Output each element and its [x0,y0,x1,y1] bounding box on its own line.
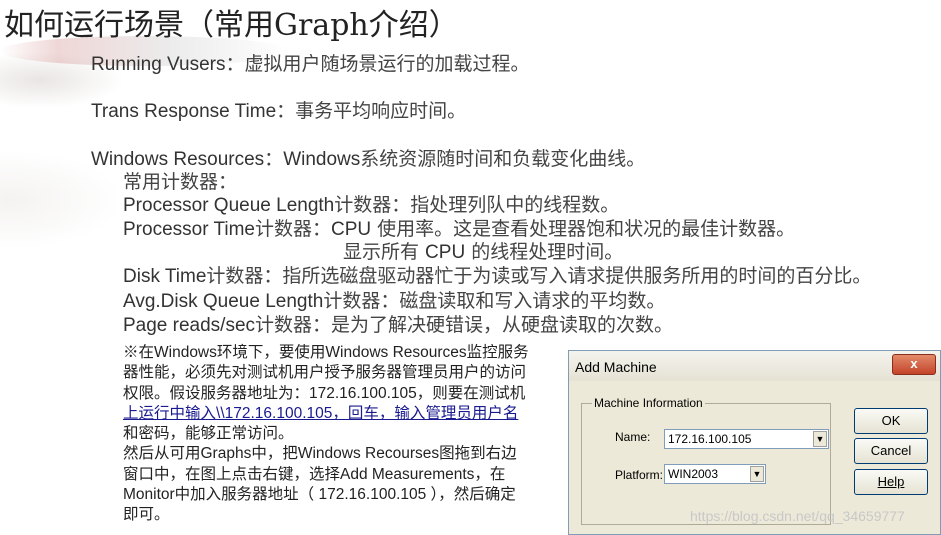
processor-time-term: Processor Time [123,219,255,240]
trans-response-line: Trans Response Time：事务平均响应时间。 [91,96,466,123]
running-vusers-desc: ：虚拟用户随场景运行的加载过程。 [225,53,530,75]
avg-disk-queue-line: Avg.Disk Queue Length计数器：磁盘读取和写入请求的平均数。 [123,286,665,313]
processor-queue-term: Processor Queue Length [123,195,335,216]
running-vusers-term: Running Vusers [91,54,226,75]
windows-resources-desc: 系统资源随时间和负载变化曲线。 [360,148,646,170]
note-line: 器性能，必须先对测试机用户授予服务器管理员用户的访问 [123,364,527,382]
name-combobox[interactable]: 172.16.100.105 ▼ [664,429,829,449]
platform-label: Platform: [615,468,664,482]
processor-time-desc1: 计数器： [254,218,331,240]
platform-value: WIN2003 [668,467,719,481]
avg-disk-queue-term: Avg.Disk Queue Length [123,291,324,312]
avg-disk-queue-desc: 计数器：磁盘读取和写入请求的平均数。 [323,290,666,312]
processor-time-cont-cpu: CPU [425,242,466,263]
windows-resources-sep: ： [264,148,284,170]
note-line: Monitor中加入服务器地址（ 172.16.100.105 ），然后确定 [123,486,516,504]
platform-select[interactable]: WIN2003 ▼ [664,464,766,484]
processor-time-cont-line: 显示所有 CPU 的线程处理时间。 [343,237,623,264]
note-line: ※在Windows环境下，要使用Windows Resources监控服务 [123,344,529,361]
processor-time-cont-desc: 的线程处理时间。 [465,241,624,263]
processor-queue-line: Processor Queue Length计数器：指处理列队中的线程数。 [123,190,619,217]
page-title: 如何运行场景（常用Graph介绍） [4,8,459,43]
page-reads-term: Page reads/sec [123,315,256,336]
running-vusers-line: Running Vusers：虚拟用户随场景运行的加载过程。 [91,49,530,76]
note-line: 上运行中输入\\172.16.100.105，回车，输入管理员用户名 [123,404,563,424]
dialog-title: Add Machine [575,359,657,375]
trans-response-desc: ：事务平均响应时间。 [276,100,467,122]
windows-resources-term2: Windows [283,149,361,170]
note-unc-path: \\172.16.100.105，回车，输入管理员用户名 [216,404,519,422]
cancel-button[interactable]: Cancel [854,438,928,464]
trans-response-term: Trans Response Time [91,101,277,122]
processor-queue-desc: 计数器：指处理列队中的线程数。 [334,194,620,216]
disk-time-desc: 计数器：指所选磁盘驱动器忙于为读或写入请求提供服务所用的时间的百分比。 [206,265,872,287]
chevron-down-icon[interactable]: ▼ [813,431,827,447]
note-line: 和密码，能够正常访问。 [123,425,294,443]
chevron-down-icon[interactable]: ▼ [750,466,764,482]
disk-time-term: Disk Time [123,266,207,287]
name-value: 172.16.100.105 [668,432,752,446]
disk-time-line: Disk Time计数器：指所选磁盘驱动器忙于为读或写入请求提供服务所用的时间的… [123,261,871,288]
close-button[interactable]: x [892,354,936,375]
access-note: ※在Windows环境下，要使用Windows Resources监控服务 器性… [123,343,563,526]
page-reads-line: Page reads/sec计数器：是为了解决硬错误，从硬盘读取的次数。 [123,310,673,337]
dialog-titlebar: Add Machine x [569,351,940,381]
page-reads-desc: 计数器：是为了解决硬错误，从硬盘读取的次数。 [255,314,674,336]
note-underlined-a: 上运行中输入 [123,404,217,422]
group-label: Machine Information [592,396,705,410]
note-line: 权限。假设服务器地址为：172.16.100.105，则要在测试机 [123,384,526,402]
watermark: https://blog.csdn.net/qq_34659777 [690,508,905,524]
note-line: 然后从可用Graphs中，把Windows Recourses图拖到右边 [123,445,517,463]
ok-button[interactable]: OK [854,408,928,434]
note-line: 即可。 [123,506,170,524]
processor-time-cont-prefix: 显示所有 [343,241,426,263]
name-label: Name: [615,430,651,444]
note-line: 窗口中，在图上点击右键，选择Add Measurements，在 [123,465,506,483]
help-button[interactable]: Help [854,469,928,495]
